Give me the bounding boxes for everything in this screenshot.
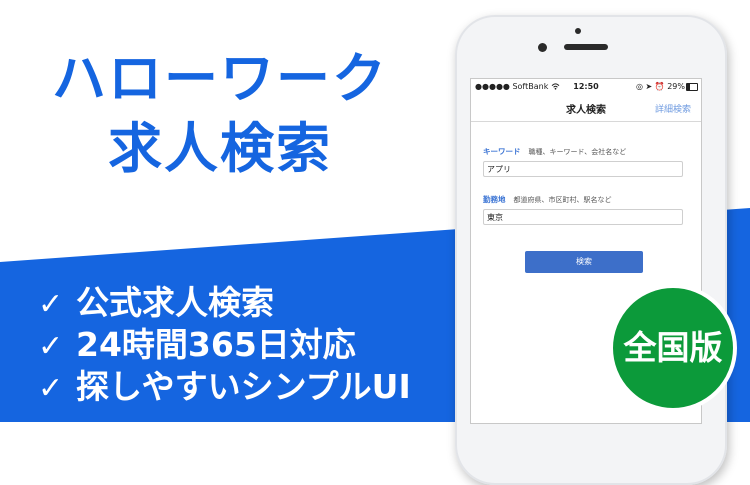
battery-icon <box>686 83 698 91</box>
feature-text: 24時間365日対応 <box>76 325 356 364</box>
check-icon: ✓ <box>38 287 64 322</box>
keyword-label: キーワード 職種、キーワード、会社名など <box>483 147 627 156</box>
phone-camera <box>538 43 547 52</box>
headline-line1: ハローワーク <box>52 47 388 110</box>
nationwide-badge: 全国版 <box>609 284 737 412</box>
feature-item: ✓ 探しやすいシンプルUI <box>38 370 411 404</box>
check-icon: ✓ <box>38 329 64 364</box>
feature-item: ✓ 公式求人検索 <box>38 286 274 320</box>
feature-text: 探しやすいシンプルUI <box>76 367 411 406</box>
detail-search-button[interactable]: 詳細検索 <box>655 102 691 115</box>
headline-line2: 求人検索 <box>108 117 332 180</box>
phone-sensor <box>575 28 581 34</box>
location-input[interactable]: 東京 <box>483 209 683 225</box>
status-bar: ●●●●● SoftBank 12:50 ◎ ➤ ⏰ 29% <box>471 79 701 95</box>
nav-bar: 求人検索 詳細検索 <box>471 95 701 122</box>
feature-item: ✓ 24時間365日対応 <box>38 328 356 362</box>
check-icon: ✓ <box>38 371 64 406</box>
keyword-hint: 職種、キーワード、会社名など <box>528 148 627 156</box>
keyword-input[interactable]: アプリ <box>483 161 683 177</box>
search-button[interactable]: 検索 <box>525 251 643 273</box>
status-right: ◎ ➤ ⏰ 29% <box>635 82 685 91</box>
location-hint: 都道府県、市区町村、駅名など <box>513 196 612 204</box>
phone-speaker <box>564 44 608 50</box>
feature-text: 公式求人検索 <box>76 283 274 322</box>
battery-fill <box>687 84 690 90</box>
location-label: 勤務地 都道府県、市区町村、駅名など <box>483 195 612 204</box>
